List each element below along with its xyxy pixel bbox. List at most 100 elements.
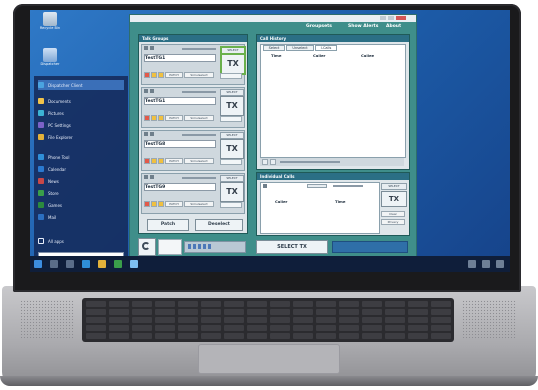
screen: Recycle Bin Dispatcher Dispatcher Client… [30, 10, 510, 272]
play-icon[interactable] [262, 159, 268, 165]
dispatcher-taskbar-icon[interactable] [130, 260, 138, 268]
keyboard-key [224, 301, 244, 307]
store-icon[interactable] [114, 260, 122, 268]
menu-about[interactable]: About [386, 24, 401, 29]
warning-icon[interactable] [158, 201, 164, 207]
talkgroup-select-button[interactable]: SELECT [220, 175, 244, 182]
talkgroup-name: TestTG8 [145, 142, 166, 147]
search-icon[interactable] [50, 260, 58, 268]
tx-button[interactable]: TX [220, 96, 244, 116]
start-menu-item[interactable]: News [38, 176, 124, 186]
volume-slider[interactable] [182, 91, 216, 93]
file-explorer-icon[interactable] [98, 260, 106, 268]
keyboard-key [316, 333, 336, 339]
close-button[interactable] [396, 16, 406, 20]
start-menu-item[interactable]: Phone Tool [38, 152, 124, 162]
start-menu-item[interactable]: Documents [38, 96, 124, 106]
talkgroup-mini-button[interactable] [220, 73, 242, 79]
pictures-icon [38, 110, 44, 116]
warning-icon[interactable] [151, 72, 157, 78]
desktop-icon-dispatcher[interactable]: Dispatcher [34, 48, 66, 66]
talkgroup-mini-button[interactable] [220, 159, 242, 165]
menu-groupsets[interactable]: Groupsets [306, 24, 332, 29]
warning-icon[interactable] [151, 201, 157, 207]
simulselect-toggle[interactable]: Simulselect [184, 201, 214, 207]
browser-icon[interactable] [82, 260, 90, 268]
alert-icon[interactable] [144, 158, 150, 164]
keyboard-key [385, 333, 405, 339]
clear-button[interactable]: Clear [381, 211, 405, 217]
simulselect-toggle[interactable]: Simulselect [184, 158, 214, 164]
task-view-icon[interactable] [66, 260, 74, 268]
start-menu-item[interactable]: Games [38, 200, 124, 210]
refresh-button[interactable] [138, 238, 156, 256]
start-button-icon[interactable] [34, 260, 42, 268]
talkgroup-mini-button[interactable] [220, 202, 242, 208]
warning-icon[interactable] [158, 72, 164, 78]
tx-button[interactable]: TX [220, 182, 244, 202]
tab-i-calls[interactable]: I-Calls [315, 45, 337, 51]
menu-show-alerts[interactable]: Show Alerts [348, 24, 378, 29]
call-history-title: Call History [260, 36, 287, 41]
individual-calls-list[interactable]: Caller Time [260, 182, 380, 234]
talkgroup-select-button[interactable]: SELECT [220, 89, 244, 96]
minimize-button[interactable] [380, 16, 386, 20]
patch-toggle[interactable]: PATCH [165, 72, 183, 78]
patch-toggle[interactable]: PATCH [165, 201, 183, 207]
alert-icon[interactable] [144, 201, 150, 207]
volume-slider[interactable] [182, 48, 216, 50]
warning-icon[interactable] [158, 158, 164, 164]
keyboard-key [247, 317, 267, 323]
alert-icon[interactable] [144, 115, 150, 121]
simulselect-toggle[interactable]: Simulselect [184, 72, 214, 78]
start-menu-item[interactable]: Mail [38, 212, 124, 222]
keyboard-key [201, 309, 221, 315]
maximize-button[interactable] [388, 16, 394, 20]
patch-toggle[interactable]: PATCH [165, 158, 183, 164]
tab-unselect[interactable]: Unselect [286, 45, 314, 51]
individual-select-button[interactable]: SELECT [381, 183, 407, 190]
volume-slider[interactable] [333, 185, 363, 187]
playback-slider[interactable] [280, 161, 340, 163]
warning-icon[interactable] [158, 115, 164, 121]
warning-icon[interactable] [151, 158, 157, 164]
stop-icon[interactable] [270, 159, 276, 165]
start-menu-item[interactable]: Pictures [38, 108, 124, 118]
patch-button[interactable]: Patch [147, 219, 189, 231]
news-icon [38, 178, 44, 184]
tx-button[interactable]: TX [220, 139, 244, 159]
warning-icon[interactable] [151, 115, 157, 121]
talkgroup-select-button[interactable]: SELECT [220, 132, 244, 139]
select-tx-button[interactable]: SELECT TX [256, 240, 328, 254]
deselect-button[interactable]: Deselect [195, 219, 243, 231]
keyboard-key [270, 309, 290, 315]
volume-slider[interactable] [182, 134, 216, 136]
tab-select[interactable]: Select [263, 45, 285, 51]
volume-icon[interactable] [482, 260, 490, 268]
volume-slider[interactable] [182, 177, 216, 179]
all-apps-link[interactable]: All apps [38, 236, 124, 246]
mode-toggle[interactable] [307, 184, 327, 188]
desktop-icon-recycle-bin[interactable]: Recycle Bin [34, 12, 66, 30]
column-header-caller: Caller [313, 53, 326, 58]
start-menu-item[interactable]: Calendar [38, 164, 124, 174]
speaker-icon [144, 132, 148, 136]
patch-toggle[interactable]: PATCH [165, 115, 183, 121]
start-menu-item[interactable]: Store [38, 188, 124, 198]
simulselect-toggle[interactable]: Simulselect [184, 115, 214, 121]
call-history-list[interactable]: Select Unselect I-Calls Time Caller Call… [260, 44, 406, 158]
keyboard-key [86, 325, 106, 331]
privacy-button[interactable]: Privacy [381, 219, 405, 225]
start-menu-item[interactable]: File Explorer [38, 132, 124, 142]
tx-button[interactable]: TX [220, 53, 246, 75]
individual-tx-button[interactable]: TX [381, 191, 407, 207]
column-header-callee: Callee [361, 53, 375, 58]
start-menu-item[interactable]: Dispatcher Client [38, 80, 124, 90]
games-icon [38, 202, 44, 208]
start-menu-item[interactable]: PC Settings [38, 120, 124, 130]
keyboard-key [431, 325, 451, 331]
network-icon[interactable] [468, 260, 476, 268]
alert-icon[interactable] [144, 72, 150, 78]
notification-icon[interactable] [496, 260, 504, 268]
talkgroup-mini-button[interactable] [220, 116, 242, 122]
